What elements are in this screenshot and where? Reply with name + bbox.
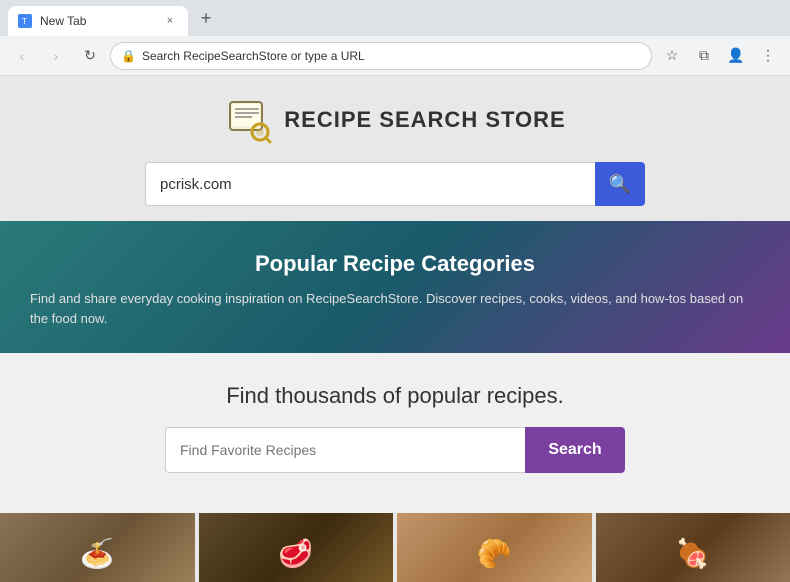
recipe-image-3[interactable]: 🥐 bbox=[397, 513, 592, 582]
page-content: pcrisk RECIPE SEARCH S bbox=[0, 76, 790, 582]
new-tab-button[interactable]: + bbox=[192, 4, 220, 32]
logo-area: RECIPE SEARCH STORE bbox=[224, 96, 565, 144]
address-text: Search RecipeSearchStore or type a URL bbox=[142, 49, 641, 63]
bookmark-button[interactable]: ☆ bbox=[658, 42, 686, 70]
header-section: RECIPE SEARCH STORE 🔍 bbox=[0, 76, 790, 221]
recipe-image-2[interactable]: 🥩 bbox=[199, 513, 394, 582]
recipe-image-4[interactable]: 🍖 bbox=[596, 513, 790, 582]
main-search-button[interactable]: 🔍 bbox=[595, 162, 645, 206]
banner-title: Popular Recipe Categories bbox=[30, 251, 760, 277]
main-search-input[interactable] bbox=[145, 162, 595, 206]
active-tab[interactable]: T New Tab × bbox=[8, 6, 188, 36]
tab-bar: T New Tab × + bbox=[0, 0, 790, 36]
middle-title: Find thousands of popular recipes. bbox=[20, 383, 770, 409]
forward-button[interactable]: › bbox=[42, 42, 70, 70]
extensions-button[interactable]: ⧉ bbox=[690, 42, 718, 70]
find-search-container: Search bbox=[165, 427, 625, 473]
back-button[interactable]: ‹ bbox=[8, 42, 36, 70]
logo-icon bbox=[224, 96, 272, 144]
browser-frame: T New Tab × + ‹ › ↻ 🔒 Search RecipeSearc… bbox=[0, 0, 790, 582]
recipe-image-1[interactable]: 🍝 bbox=[0, 513, 195, 582]
profile-button[interactable]: 👤 bbox=[722, 42, 750, 70]
page-inner: pcrisk RECIPE SEARCH S bbox=[0, 76, 790, 582]
banner-section: Popular Recipe Categories Find and share… bbox=[0, 221, 790, 353]
refresh-button[interactable]: ↻ bbox=[76, 42, 104, 70]
recipe-images-row: 🍝 🥩 🥐 🍖 bbox=[0, 513, 790, 582]
find-recipes-button[interactable]: Search bbox=[525, 427, 625, 473]
lock-icon: 🔒 bbox=[121, 49, 136, 63]
logo-text: RECIPE SEARCH STORE bbox=[284, 107, 565, 133]
menu-button[interactable]: ⋮ bbox=[754, 42, 782, 70]
address-bar[interactable]: 🔒 Search RecipeSearchStore or type a URL bbox=[110, 42, 652, 70]
middle-section: Find thousands of popular recipes. Searc… bbox=[0, 353, 790, 513]
banner-description: Find and share everyday cooking inspirat… bbox=[30, 289, 760, 328]
tab-favicon: T bbox=[18, 14, 32, 28]
svg-text:T: T bbox=[22, 17, 27, 26]
search-icon: 🔍 bbox=[609, 174, 631, 195]
find-recipes-input[interactable] bbox=[165, 427, 525, 473]
nav-bar: ‹ › ↻ 🔒 Search RecipeSearchStore or type… bbox=[0, 36, 790, 76]
main-search-container: 🔍 bbox=[145, 162, 645, 206]
nav-actions: ☆ ⧉ 👤 ⋮ bbox=[658, 42, 782, 70]
tab-close-button[interactable]: × bbox=[162, 13, 178, 29]
tab-label: New Tab bbox=[40, 14, 154, 28]
